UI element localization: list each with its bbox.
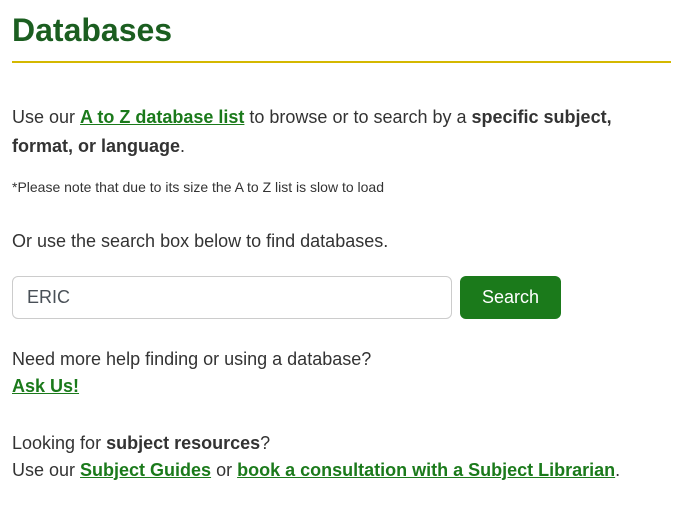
slow-load-note: *Please note that due to its size the A … [12, 179, 671, 195]
search-instruction: Or use the search box below to find data… [12, 231, 671, 252]
ask-us-link[interactable]: Ask Us! [12, 376, 79, 397]
intro-prefix: Use our [12, 107, 80, 127]
guides-or: or [211, 460, 237, 480]
intro-suffix: . [180, 136, 185, 156]
guides-prefix: Use our [12, 460, 80, 480]
book-consultation-link[interactable]: book a consultation with a Subject Libra… [237, 460, 615, 480]
title-divider [12, 61, 671, 63]
subject-question: Looking for subject resources? [12, 433, 671, 454]
search-button[interactable]: Search [460, 276, 561, 319]
subject-question-prefix: Looking for [12, 433, 106, 453]
a-to-z-link[interactable]: A to Z database list [80, 107, 244, 127]
search-row: Search [12, 276, 671, 319]
guides-line: Use our Subject Guides or book a consult… [12, 460, 671, 481]
guides-suffix: . [615, 460, 620, 480]
subject-question-suffix: ? [260, 433, 270, 453]
intro-paragraph: Use our A to Z database list to browse o… [12, 103, 671, 161]
subject-question-bold: subject resources [106, 433, 260, 453]
subject-guides-link[interactable]: Subject Guides [80, 460, 211, 480]
database-search-input[interactable] [12, 276, 452, 319]
help-question: Need more help finding or using a databa… [12, 349, 671, 370]
page-title: Databases [12, 12, 671, 49]
intro-middle: to browse or to search by a [244, 107, 471, 127]
